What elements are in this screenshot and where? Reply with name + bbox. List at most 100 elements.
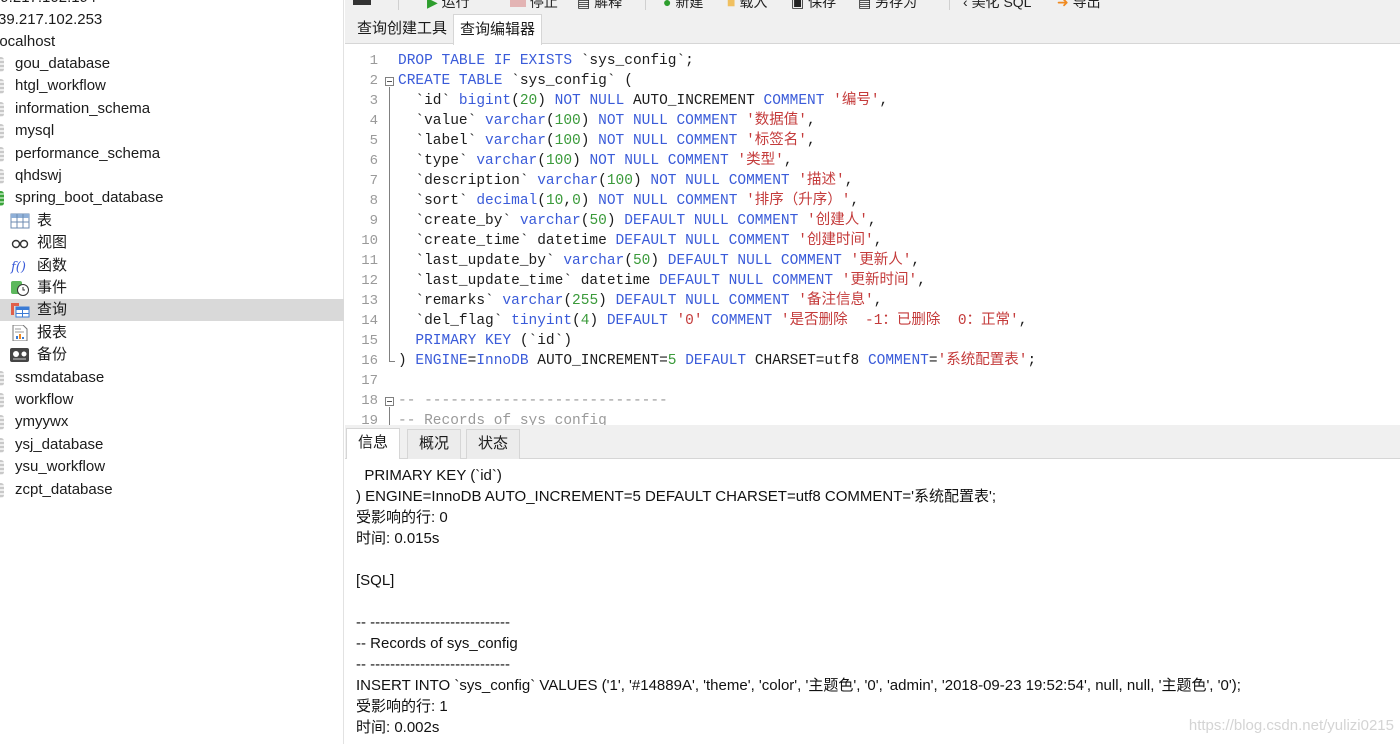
tree-database[interactable]: gou_database <box>0 53 344 75</box>
token-id: `create_by` <box>398 213 520 229</box>
token-num: 50 <box>632 253 651 269</box>
tree-database[interactable]: information_schema <box>0 98 344 120</box>
tree-database[interactable]: htgl_workflow <box>0 75 344 97</box>
tree-database[interactable]: zcpt_database <box>0 479 344 501</box>
database-icon <box>0 191 4 206</box>
watermark: https://blog.csdn.net/yulizi0215 <box>1188 717 1394 734</box>
token-kw: COMMENT <box>763 93 834 109</box>
token-kw: DEFAULT NULL COMMENT <box>667 253 851 269</box>
svg-text:f(): f() <box>10 260 26 274</box>
token-id: ) <box>580 133 599 149</box>
save-as-button[interactable]: ▤ 另存为 <box>858 0 917 10</box>
tree-database[interactable]: mysql <box>0 120 344 142</box>
new-button[interactable]: ● 新建 <box>663 0 703 10</box>
tree-database[interactable]: ysj_database <box>0 434 344 456</box>
database-label: workflow <box>15 391 74 408</box>
query-icon <box>10 302 30 318</box>
tree-database[interactable]: ssmdatabase <box>0 367 344 389</box>
tree-database[interactable]: workflow <box>0 389 344 411</box>
token-kw: varchar <box>485 133 546 149</box>
tab-query-editor[interactable]: 查询编辑器 <box>453 14 543 45</box>
token-id: CHARSET=utf8 <box>754 353 868 369</box>
database-icon <box>0 79 4 94</box>
tree-database[interactable]: spring_boot_database <box>0 187 344 209</box>
save-button[interactable]: ▣ 保存 <box>791 0 836 10</box>
database-icon <box>0 393 4 408</box>
tree-object-backup[interactable]: 备份 <box>0 344 344 366</box>
sql-editor[interactable]: 1 DROP TABLE IF EXISTS `sys_config`; 2 CREA… <box>345 45 1400 425</box>
token-id: , <box>844 173 854 189</box>
load-button[interactable]: ■ 载入 <box>727 0 767 10</box>
tree-connection[interactable]: 39.217.102.253 <box>0 9 344 31</box>
token-str: '创建时间' <box>798 233 874 249</box>
token-kw: DEFAULT NULL COMMENT <box>615 293 799 309</box>
line-number: 17 <box>361 373 378 389</box>
tree-database[interactable]: ymyywx <box>0 411 344 433</box>
tree-object-table[interactable]: 表 <box>0 210 344 232</box>
token-kw: DEFAULT NULL COMMENT <box>624 213 807 229</box>
token-id: ; <box>1027 353 1037 369</box>
tree-object-function[interactable]: f() 函数 <box>0 255 344 277</box>
database-label: information_schema <box>15 100 151 117</box>
line-number: 3 <box>369 93 378 109</box>
token-id: = <box>928 353 938 369</box>
tab-status[interactable]: 状态 <box>466 429 521 459</box>
run-button[interactable]: ▶ 运行 <box>427 0 470 10</box>
token-num: 5 <box>667 353 686 369</box>
tree-object-event[interactable]: 事件 <box>0 277 344 299</box>
token-kw: DROP TABLE IF EXISTS <box>398 53 581 69</box>
database-label: ysj_database <box>15 436 104 453</box>
code-text: `sort` decimal(10,0) NOT NULL COMMENT '排… <box>398 191 859 211</box>
token-kw: varchar <box>519 213 581 229</box>
folder-icon: ■ <box>727 0 736 10</box>
tree-connection[interactable]: 39.217.102.194 <box>0 0 344 9</box>
code-text: DROP TABLE IF EXISTS `sys_config`; <box>398 51 694 71</box>
line-number: 10 <box>361 233 378 249</box>
backup-icon <box>10 347 30 363</box>
token-id: `last_update_by` <box>398 253 564 269</box>
token-id: ) <box>580 193 599 209</box>
line-number: 18 <box>361 393 378 409</box>
code-text: ) ENGINE = InnoDB AUTO_INCREMENT=5 DEFAULT… <box>398 351 1036 371</box>
tree-connection-localhost[interactable]: localhost <box>0 31 344 53</box>
token-kw: NOT NULL COMMENT <box>589 153 738 169</box>
tree-database[interactable]: qhdswj <box>0 165 344 187</box>
tab-overview[interactable]: 概况 <box>407 429 462 459</box>
token-id: ) <box>580 113 599 129</box>
token-id: `type` <box>398 153 477 169</box>
message-output: PRIMARY KEY (`id`)) ENGINE=InnoDB AUTO_I… <box>345 459 1400 744</box>
message-line: PRIMARY KEY (`id`) <box>356 467 502 484</box>
tree-object-query[interactable]: 查询 <box>0 299 344 321</box>
result-tab-bar: 信息 概况 状态 <box>345 425 1400 460</box>
token-kw: InnoDB <box>476 353 538 369</box>
export-button[interactable]: ➜ 导出 <box>1057 0 1101 10</box>
fold-toggle-icon[interactable] <box>385 397 394 406</box>
token-str: '描述' <box>798 173 845 189</box>
export-icon: ➜ <box>1057 0 1069 10</box>
line-number: 14 <box>361 313 378 329</box>
database-label: htgl_workflow <box>15 77 106 94</box>
stop-icon <box>510 0 526 7</box>
beautify-icon: ‹ <box>963 0 968 10</box>
tab-query-builder[interactable]: 查询创建工具 <box>351 14 453 44</box>
tree-database[interactable]: performance_schema <box>0 143 344 165</box>
line-number: 2 <box>369 73 378 89</box>
beautify-sql-button[interactable]: ‹ 美化 SQL <box>963 0 1031 10</box>
toolbar-separator <box>645 0 646 10</box>
tree-object-report[interactable]: 报表 <box>0 322 344 344</box>
database-label: ssmdatabase <box>15 369 105 386</box>
line-number: 19 <box>361 413 378 425</box>
fold-toggle-icon[interactable] <box>385 77 394 86</box>
stop-button[interactable]: 停止 <box>510 0 558 10</box>
tree-object-view[interactable]: 视图 <box>0 232 344 254</box>
code-text: CREATE TABLE `sys_config` ( <box>398 71 633 91</box>
database-icon <box>0 438 4 453</box>
token-id: ) <box>606 213 625 229</box>
menu-icon[interactable] <box>353 0 371 10</box>
code-text: `create_time` datetime DEFAULT NULL COMM… <box>398 231 882 251</box>
token-cm: -- Records of sys_config <box>398 413 607 425</box>
tree-database[interactable]: ysu_workflow <box>0 456 344 478</box>
code-text: `last_update_by` varchar(50) DEFAULT NUL… <box>398 251 920 271</box>
explain-button[interactable]: ▤ 解释 <box>577 0 622 10</box>
tab-info[interactable]: 信息 <box>346 428 401 460</box>
